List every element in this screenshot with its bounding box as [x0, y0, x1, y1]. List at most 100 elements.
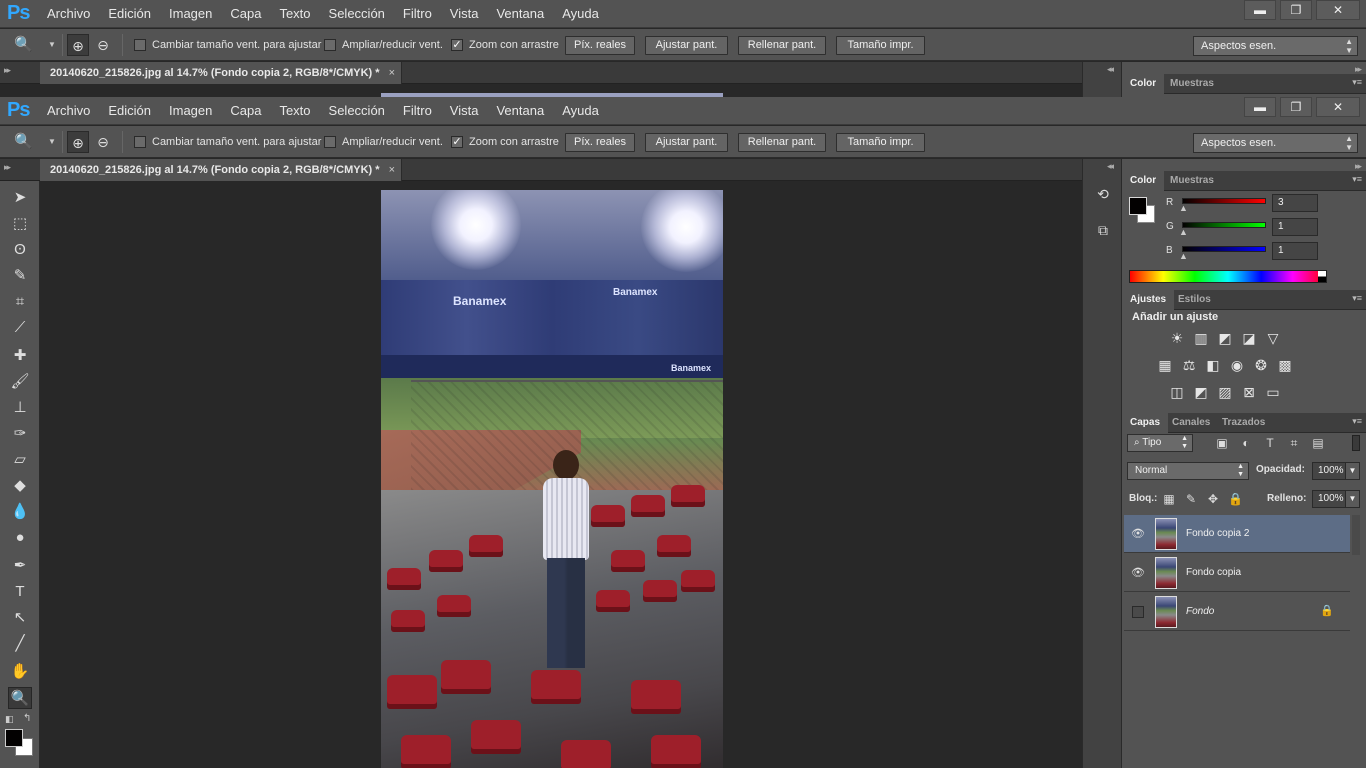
menu-vista[interactable]: Vista: [441, 97, 488, 125]
gradient-map-icon[interactable]: ▭: [1264, 383, 1282, 401]
color-spectrum[interactable]: [1129, 270, 1327, 283]
zoom-tool-icon[interactable]: 🔍: [8, 687, 32, 709]
panel-menu-icon[interactable]: ▾≡: [1352, 174, 1362, 185]
eye-icon[interactable]: 👁: [1130, 526, 1146, 542]
menu-ayuda[interactable]: Ayuda: [553, 0, 608, 28]
lasso-tool-icon[interactable]: ʘ: [8, 239, 32, 261]
document-canvas[interactable]: Banamex Banamex Banamex: [40, 182, 1082, 768]
pen-tool-icon[interactable]: ✒: [8, 555, 32, 577]
slider-thumb-icon[interactable]: ▲: [1179, 251, 1188, 261]
scrubby-zoom-checkbox[interactable]: ✓ Zoom con arrastre: [451, 135, 559, 149]
menu-vista[interactable]: Vista: [441, 0, 488, 28]
menu-archivo[interactable]: Archivo: [38, 97, 99, 125]
blue-slider[interactable]: [1182, 246, 1266, 252]
color-balance-icon[interactable]: ⚖: [1180, 356, 1198, 374]
tab-styles[interactable]: Estilos: [1170, 290, 1219, 310]
blue-value-input[interactable]: 1: [1272, 242, 1318, 260]
channel-mixer-icon[interactable]: ❂: [1252, 356, 1270, 374]
menu-texto[interactable]: Texto: [270, 97, 319, 125]
tab-swatches[interactable]: Muestras: [1162, 74, 1222, 94]
filter-toggle[interactable]: [1352, 435, 1360, 451]
menu-seleccion[interactable]: Selección: [320, 97, 394, 125]
menu-filtro[interactable]: Filtro: [394, 97, 441, 125]
tab-swatches[interactable]: Muestras: [1162, 171, 1222, 191]
crop-tool-icon[interactable]: ⌗: [8, 291, 32, 313]
resize-window-checkbox[interactable]: Cambiar tamaño vent. para ajustar: [134, 135, 321, 149]
properties-panel-icon[interactable]: ⧉: [1091, 219, 1115, 241]
menu-ventana[interactable]: Ventana: [487, 97, 553, 125]
invert-icon[interactable]: ◫: [1168, 383, 1186, 401]
layer-filter-select[interactable]: ⌕ Tipo ▲ ▼: [1127, 434, 1193, 452]
zoom-in-button[interactable]: ⊕: [67, 131, 89, 153]
slider-thumb-icon[interactable]: ▲: [1179, 227, 1188, 237]
zoom-out-button[interactable]: ⊖: [92, 131, 114, 153]
fill-screen-button[interactable]: Rellenar pant.: [738, 36, 826, 55]
restore-button[interactable]: ❐: [1280, 0, 1312, 20]
print-size-button[interactable]: Tamaño impr.: [836, 36, 925, 55]
brush-tool-icon[interactable]: 🖌: [8, 371, 32, 393]
swap-colors-icon[interactable]: ↰: [23, 713, 31, 724]
layers-scrollbar[interactable]: [1352, 515, 1360, 555]
color-lookup-icon[interactable]: ▩: [1276, 356, 1294, 374]
history-panel-icon[interactable]: ⟲: [1091, 183, 1115, 205]
menu-texto[interactable]: Texto: [270, 0, 319, 28]
menu-archivo[interactable]: Archivo: [38, 0, 99, 28]
tab-layers[interactable]: Capas: [1122, 413, 1169, 433]
lock-pixels-icon[interactable]: ✎: [1184, 491, 1198, 507]
zoom-tool-preset[interactable]: 🔍 ▼: [14, 35, 58, 55]
quick-selection-tool-icon[interactable]: ✎: [8, 265, 32, 287]
line-tool-icon[interactable]: ╱: [8, 633, 32, 655]
menu-capa[interactable]: Capa: [221, 0, 270, 28]
close-button[interactable]: ✕: [1316, 0, 1360, 20]
green-slider[interactable]: [1182, 222, 1266, 228]
menu-imagen[interactable]: Imagen: [160, 97, 221, 125]
panel-menu-icon[interactable]: ▾≡: [1352, 77, 1362, 88]
blend-mode-select[interactable]: Normal ▲ ▼: [1127, 462, 1249, 480]
tab-color[interactable]: Color: [1122, 74, 1165, 94]
fill-screen-button[interactable]: Rellenar pant.: [738, 133, 826, 152]
blur-tool-icon[interactable]: 💧: [8, 501, 32, 523]
lock-position-icon[interactable]: ✥: [1206, 491, 1220, 507]
close-tab-icon[interactable]: ×: [389, 62, 395, 84]
black-white-icon[interactable]: ◧: [1204, 356, 1222, 374]
type-tool-icon[interactable]: T: [8, 581, 32, 603]
lock-all-icon[interactable]: 🔒: [1228, 491, 1243, 507]
visibility-toggle[interactable]: [1132, 606, 1144, 618]
paint-bucket-tool-icon[interactable]: ◆: [8, 475, 32, 497]
chevron-down-icon[interactable]: ▼: [1345, 491, 1359, 507]
collapse-icon[interactable]: ▸▸: [4, 65, 11, 76]
history-brush-tool-icon[interactable]: ✑: [8, 423, 32, 445]
actual-pixels-button[interactable]: Píx. reales: [565, 36, 635, 55]
menu-imagen[interactable]: Imagen: [160, 0, 221, 28]
shape-filter-icon[interactable]: ⌗: [1286, 435, 1302, 451]
foreground-color-swatch[interactable]: [1129, 197, 1147, 215]
slider-thumb-icon[interactable]: ▲: [1179, 203, 1188, 213]
photo-filter-icon[interactable]: ◉: [1228, 356, 1246, 374]
threshold-icon[interactable]: ▨: [1216, 383, 1234, 401]
zoom-tool-preset[interactable]: 🔍 ▼: [14, 132, 58, 152]
tab-channels[interactable]: Canales: [1164, 413, 1218, 433]
exposure-icon[interactable]: ◪: [1240, 329, 1258, 347]
menu-seleccion[interactable]: Selección: [320, 0, 394, 28]
eraser-tool-icon[interactable]: ▱: [8, 449, 32, 471]
zoom-all-checkbox[interactable]: Ampliar/reducir vent.: [324, 135, 443, 149]
eye-icon[interactable]: 👁: [1130, 565, 1146, 581]
fill-input[interactable]: 100% ▼: [1312, 490, 1360, 508]
vibrance-icon[interactable]: ▽: [1264, 329, 1282, 347]
minimize-button[interactable]: ▬: [1244, 0, 1276, 20]
layer-row[interactable]: 👁 Fondo copia: [1124, 554, 1350, 592]
actual-pixels-button[interactable]: Píx. reales: [565, 133, 635, 152]
lock-transparency-icon[interactable]: ▦: [1162, 491, 1176, 507]
red-value-input[interactable]: 3: [1272, 194, 1318, 212]
path-selection-tool-icon[interactable]: ↖: [8, 607, 32, 629]
panel-menu-icon[interactable]: ▾≡: [1352, 416, 1362, 427]
green-value-input[interactable]: 1: [1272, 218, 1318, 236]
layer-row[interactable]: 👁 Fondo copia 2: [1124, 515, 1350, 553]
move-tool-icon[interactable]: ➤: [8, 187, 32, 209]
fit-screen-button[interactable]: Ajustar pant.: [645, 133, 728, 152]
resize-window-checkbox[interactable]: Cambiar tamaño vent. para ajustar: [134, 38, 321, 52]
document-tab[interactable]: 20140620_215826.jpg al 14.7% (Fondo copi…: [40, 62, 402, 84]
fit-screen-button[interactable]: Ajustar pant.: [645, 36, 728, 55]
hue-saturation-icon[interactable]: ▦: [1156, 356, 1174, 374]
hand-tool-icon[interactable]: ✋: [8, 661, 32, 683]
